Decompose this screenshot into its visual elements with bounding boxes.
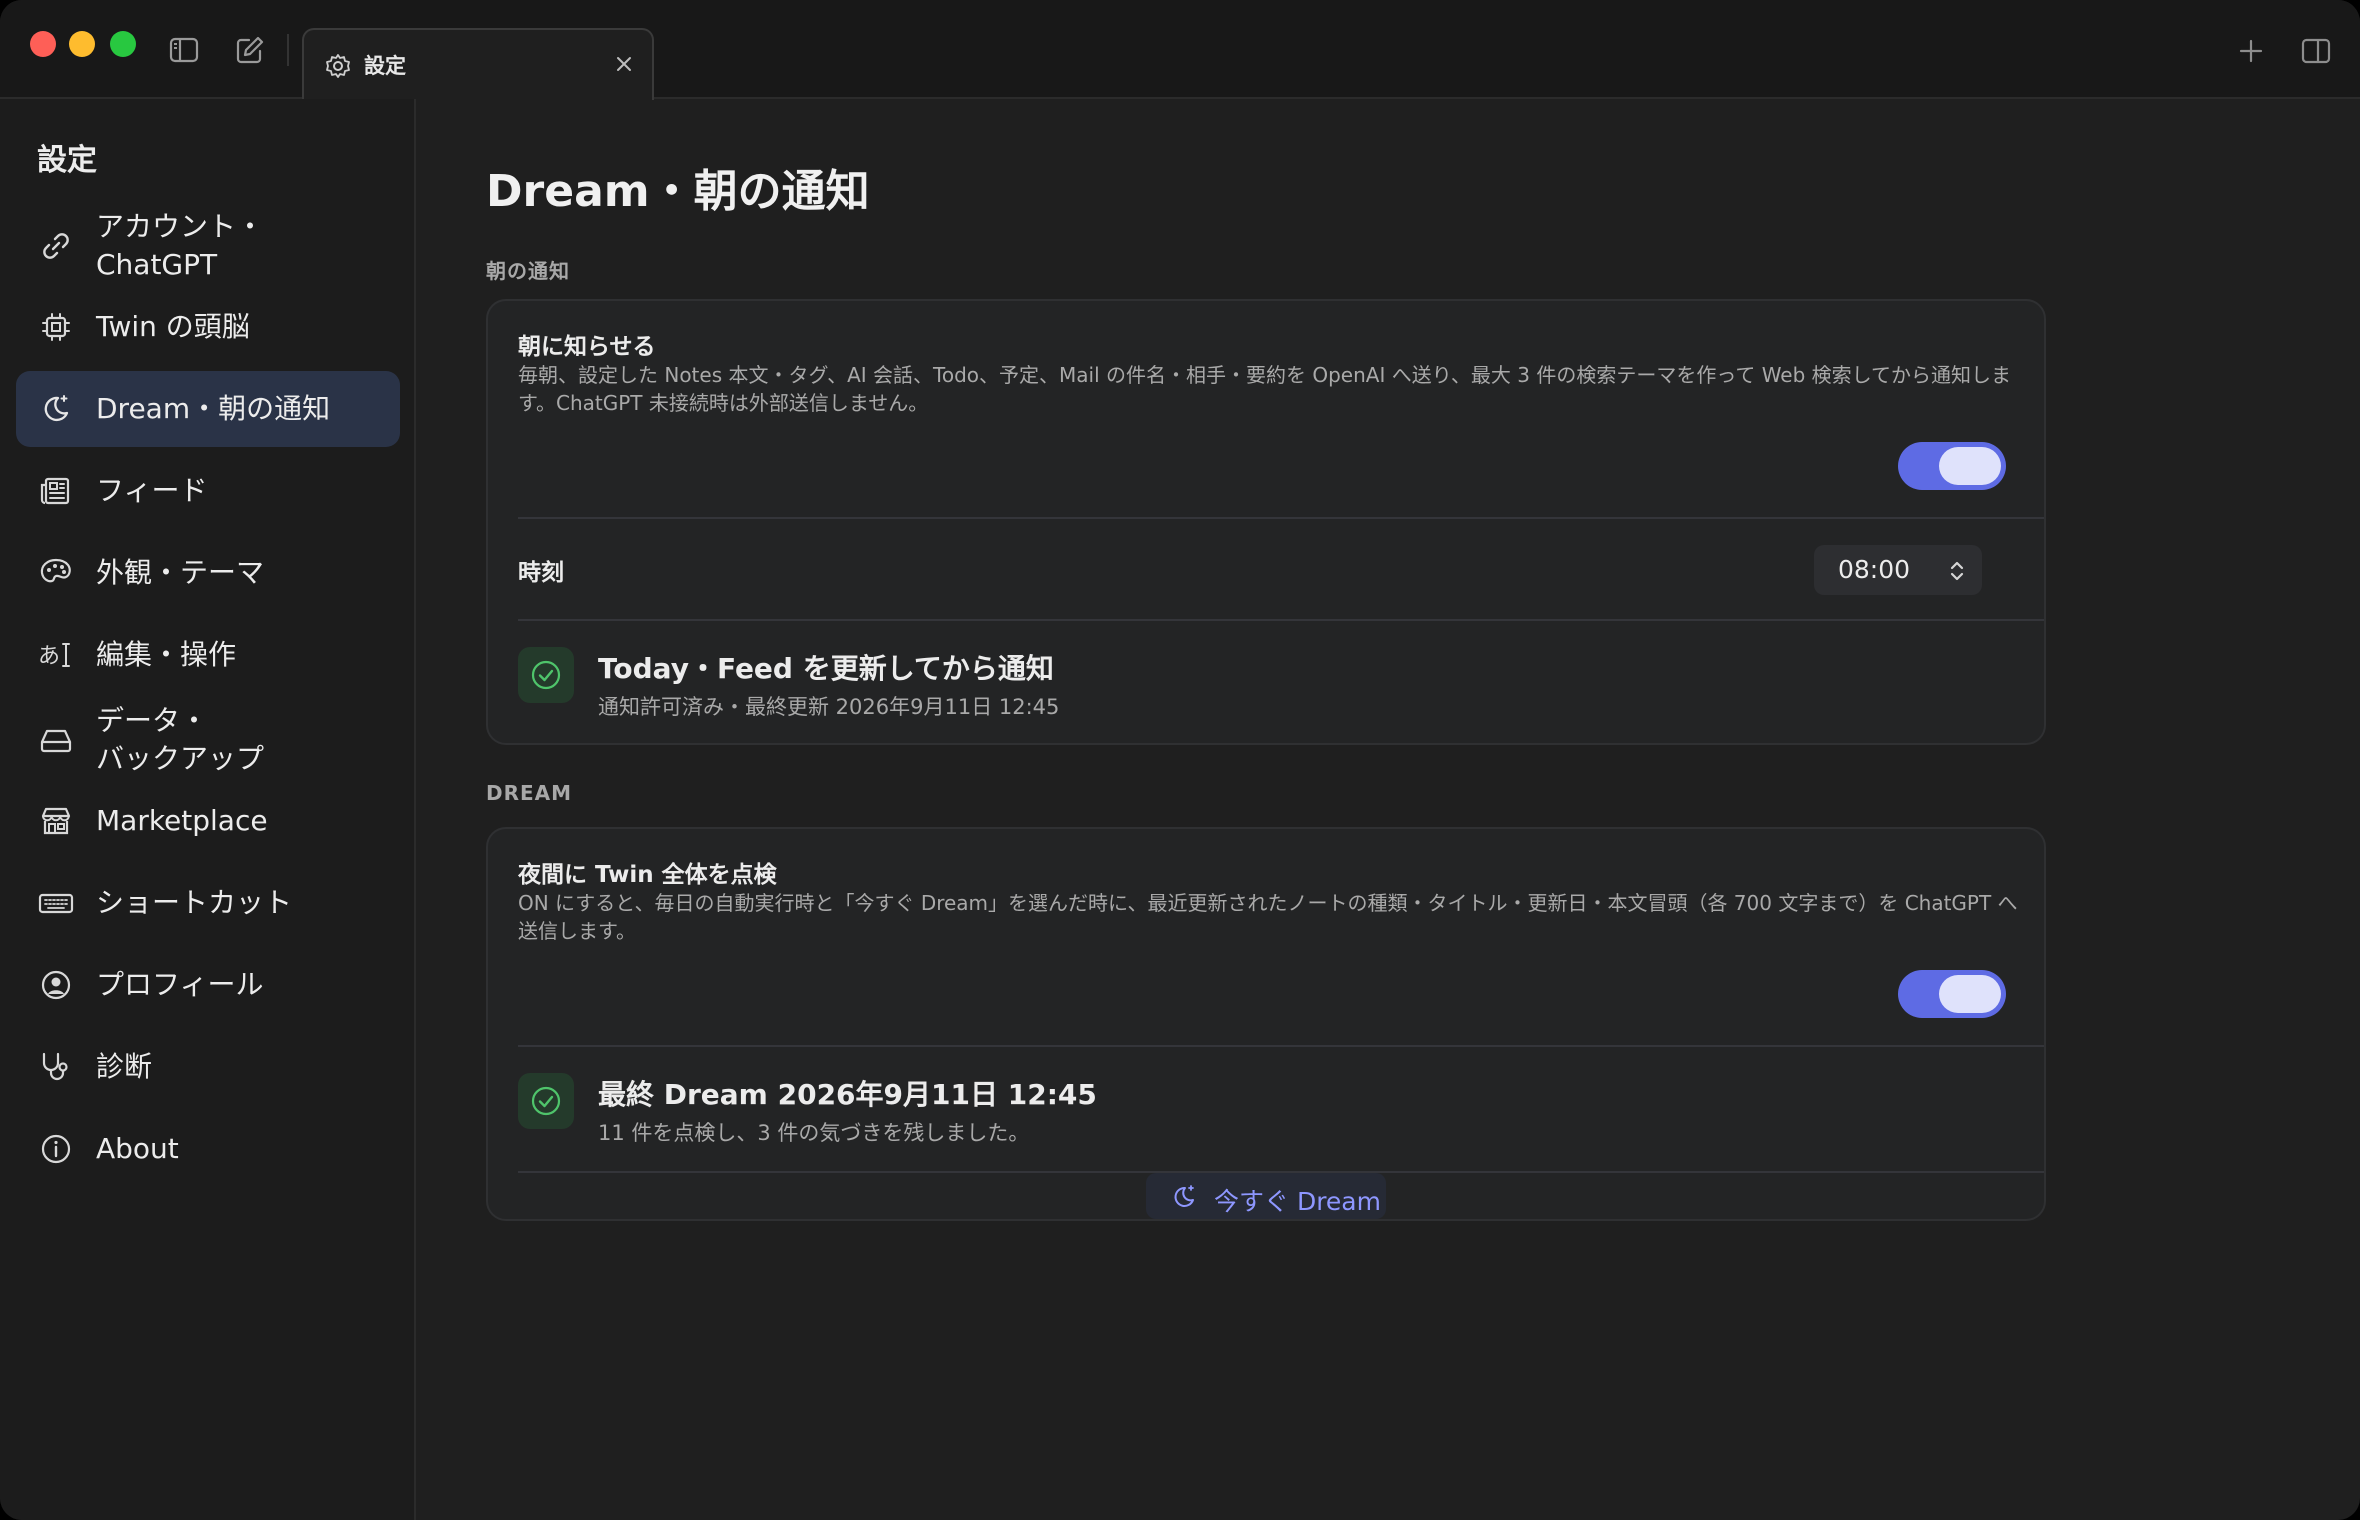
- store-icon: [41, 807, 71, 835]
- keyboard-icon: [38, 893, 74, 914]
- morning-notify-description: 毎朝、設定した Notes 本文・タグ、AI 会話、Todo、予定、Mail の…: [518, 363, 2012, 415]
- card-divider: [518, 619, 2044, 621]
- sidebar-item-label: ショートカット: [96, 886, 293, 919]
- dream-status-title: 最終 Dream 2026年9月11日 12:45: [598, 1078, 1097, 1111]
- palette-icon: [40, 558, 71, 583]
- time-stepper[interactable]: 08:00: [1814, 545, 1982, 595]
- sidebar-item-label: 外観・テーマ: [96, 556, 265, 589]
- morning-notify-title: 朝に知らせる: [518, 334, 656, 360]
- morning-notification-card: 朝に知らせる 毎朝、設定した Notes 本文・タグ、AI 会話、Todo、予定…: [486, 299, 2046, 745]
- section-label-morning: 朝の通知: [486, 259, 570, 283]
- settings-content: Dream・朝の通知 朝の通知 朝に知らせる 毎朝、設定した Notes 本文・…: [418, 99, 2360, 1520]
- sidebar-item-appearance[interactable]: 外観・テーマ: [16, 535, 400, 611]
- sidebar-item-label: Marketplace: [96, 804, 268, 837]
- moon-icon: [44, 395, 69, 422]
- chevron-up-down-icon: [1950, 561, 1964, 581]
- link-icon: [43, 233, 69, 259]
- morning-status-subtitle: 通知許可済み・最終更新 2026年9月11日 12:45: [598, 695, 1060, 719]
- drive-icon: [40, 729, 72, 753]
- tab-settings[interactable]: 設定: [302, 28, 654, 100]
- dream-now-button-label: 今すぐ Dream: [1214, 1187, 1381, 1216]
- page-title: Dream・朝の通知: [486, 166, 870, 217]
- chip-icon: [42, 313, 70, 341]
- dream-check-title: 夜間に Twin 全体を点検: [518, 862, 777, 888]
- sidebar-item-label: About: [96, 1132, 179, 1165]
- card-divider: [518, 1045, 2044, 1047]
- time-row: 時刻 08:00: [488, 519, 2044, 619]
- sidebar-item-label: プロフィール: [96, 968, 264, 1001]
- toolbar-divider: [287, 34, 289, 66]
- morning-notify-toggle[interactable]: [1898, 442, 2006, 490]
- toggle-knob: [1939, 447, 2001, 485]
- time-value: 08:00: [1838, 555, 1911, 584]
- sidebar-item-about[interactable]: About: [16, 1111, 400, 1187]
- svg-text:あ: あ: [38, 644, 60, 669]
- morning-status-title: Today・Feed を更新してから通知: [598, 652, 1054, 685]
- sidebar-item-label: Dream・朝の通知: [96, 392, 331, 425]
- sidebar-item-shortcuts[interactable]: ショートカット: [16, 865, 400, 941]
- sidebar-item-label: フィード: [96, 474, 208, 507]
- sidebar-item-label: Twin の頭脳: [96, 310, 250, 343]
- status-icon-box: [518, 647, 574, 703]
- title-bar: 設定: [0, 0, 2360, 100]
- sidebar-item-label: データ・ バックアップ: [96, 704, 265, 775]
- user-circle-icon: [41, 970, 71, 1000]
- sidebar-item-editing[interactable]: あ 編集・操作: [16, 617, 400, 693]
- compose-icon[interactable]: [234, 34, 266, 66]
- sidebar-toggle-icon[interactable]: [168, 34, 200, 66]
- minimize-window-button[interactable]: [69, 31, 95, 57]
- sidebar-item-profile[interactable]: プロフィール: [16, 947, 400, 1023]
- app-window: 設定 設定 アカウント・ ChatGPT Twin の頭脳 Dream・朝の通知…: [0, 0, 2360, 1520]
- sidebar-item-dream[interactable]: Dream・朝の通知: [16, 371, 400, 447]
- check-circle-icon: [531, 1086, 561, 1116]
- sidebar-item-marketplace[interactable]: Marketplace: [16, 783, 400, 859]
- gear-icon: [326, 54, 350, 78]
- dream-now-button[interactable]: 今すぐ Dream: [1146, 1173, 1386, 1219]
- time-label: 時刻: [518, 560, 564, 586]
- sidebar-item-label: 編集・操作: [96, 638, 237, 671]
- dream-check-toggle[interactable]: [1898, 970, 2006, 1018]
- close-icon[interactable]: [612, 52, 636, 76]
- sidebar-item-feed[interactable]: フィード: [16, 453, 400, 529]
- text-cursor-icon: あ: [38, 643, 70, 669]
- sidebar-title: 設定: [37, 143, 97, 178]
- sidebar-item-label: 診断: [96, 1050, 153, 1083]
- dream-check-description: ON にすると、毎日の自動実行時と「今すぐ Dream」を選んだ時に、最近更新さ…: [518, 891, 2018, 943]
- sidebar-item-twin-brain[interactable]: Twin の頭脳: [16, 289, 400, 365]
- stethoscope-icon: [42, 1052, 68, 1081]
- settings-sidebar: 設定 アカウント・ ChatGPT Twin の頭脳 Dream・朝の通知 フィ…: [0, 99, 416, 1520]
- section-label-dream: DREAM: [486, 781, 573, 805]
- status-icon-box: [518, 1073, 574, 1129]
- sidebar-item-diagnostics[interactable]: 診断: [16, 1029, 400, 1105]
- tab-label: 設定: [364, 54, 406, 78]
- moon-icon: [1174, 1185, 1194, 1207]
- dream-status-subtitle: 11 件を点検し、3 件の気づきを残しました。: [598, 1121, 1030, 1145]
- split-view-icon[interactable]: [2300, 36, 2332, 66]
- sidebar-item-label: アカウント・ ChatGPT: [96, 210, 265, 281]
- new-tab-plus-icon[interactable]: [2236, 36, 2266, 66]
- newspaper-icon: [40, 477, 70, 505]
- zoom-window-button[interactable]: [110, 31, 136, 57]
- toggle-knob: [1939, 975, 2001, 1013]
- sidebar-item-account[interactable]: アカウント・ ChatGPT: [16, 205, 400, 287]
- close-window-button[interactable]: [30, 31, 56, 57]
- sidebar-item-data-backup[interactable]: データ・ バックアップ: [16, 699, 400, 781]
- info-icon: [41, 1134, 71, 1164]
- dream-card: 夜間に Twin 全体を点検 ON にすると、毎日の自動実行時と「今すぐ Dre…: [486, 827, 2046, 1221]
- check-circle-icon: [531, 660, 561, 690]
